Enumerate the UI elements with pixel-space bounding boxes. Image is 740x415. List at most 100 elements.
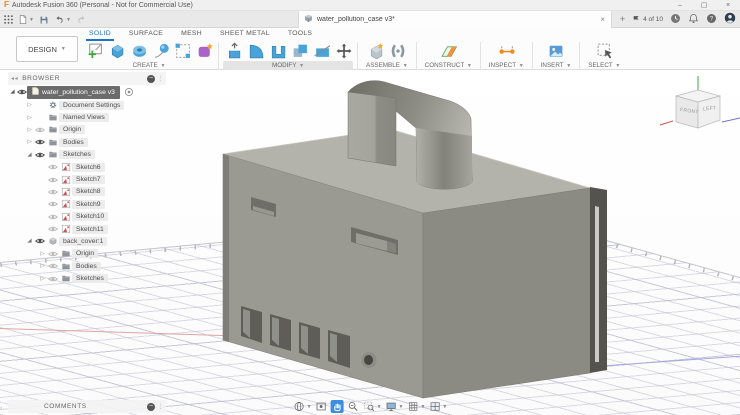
shell-button[interactable] (267, 41, 287, 60)
move-copy-button[interactable] (333, 41, 353, 60)
orbit-button[interactable]: ▼ (293, 400, 312, 413)
visibility-eye-icon[interactable] (47, 275, 59, 283)
ribbon-tab-surface[interactable]: SURFACE (120, 28, 172, 40)
expand-arrow-icon[interactable]: ▷ (38, 251, 47, 257)
grid-menu-icon[interactable] (4, 15, 13, 24)
visibility-eye-icon[interactable] (47, 250, 59, 258)
visibility-eye-icon[interactable] (47, 176, 59, 184)
browser-root-item[interactable]: ◢ water_pollution_case v3 (8, 85, 178, 99)
browser-item-sketch10[interactable]: Sketch10 (8, 211, 178, 223)
browser-item-bodies[interactable]: ▷ Bodies (8, 136, 178, 148)
visibility-eye-icon[interactable] (47, 213, 59, 221)
minimize-button[interactable]: – (668, 0, 692, 11)
browser-item-document-settings[interactable]: ▷ Document Settings (8, 99, 178, 111)
expand-arrow-icon[interactable]: ◢ (25, 152, 34, 158)
collapse-comments-icon[interactable]: ‹ (0, 405, 2, 412)
view-cube[interactable]: FRONT LEFT (658, 72, 740, 152)
sweep-button[interactable] (150, 41, 170, 60)
file-menu-icon[interactable]: ▼ (18, 14, 34, 25)
browser-item-origin[interactable]: ▷ Origin (8, 124, 178, 136)
expand-arrow-icon[interactable]: ▷ (38, 263, 47, 269)
combine-button[interactable] (289, 41, 309, 60)
create-sketch-button[interactable] (84, 41, 104, 60)
visibility-eye-icon[interactable] (34, 151, 46, 159)
ribbon-tab-sheet-metal[interactable]: SHEET METAL (211, 28, 279, 40)
browser-item-sketch8[interactable]: Sketch8 (8, 186, 178, 198)
panel-grip-icon[interactable]: ⋮ (157, 75, 164, 82)
ribbon-group-label[interactable]: MODIFY ▼ (223, 61, 353, 70)
ribbon-tab-solid[interactable]: SOLID (80, 28, 120, 40)
pattern-button[interactable] (172, 41, 192, 60)
zoom-button[interactable] (347, 400, 360, 413)
browser-item-sketch7[interactable]: Sketch7 (8, 173, 178, 185)
notifications-bell-icon[interactable] (688, 11, 699, 29)
job-status-clock-icon[interactable] (670, 11, 681, 29)
undo-icon[interactable]: ▼ (54, 15, 71, 25)
visibility-eye-icon[interactable] (47, 225, 59, 233)
expand-arrow-icon[interactable]: ▷ (25, 139, 34, 145)
display-settings-button[interactable]: ▼ (385, 400, 404, 413)
zoom-window-button[interactable]: ▼ (363, 400, 382, 413)
collapse-panel-icon[interactable]: ◂◂ (11, 75, 18, 82)
browser-item-sketch9[interactable]: Sketch9 (8, 198, 178, 210)
form-button[interactable] (194, 41, 214, 60)
browser-item-back-cover-1[interactable]: ◢ back_cover:1 (8, 235, 178, 247)
revolve-button[interactable] (128, 41, 148, 60)
close-button[interactable]: × (716, 0, 740, 11)
case-handle-leg-left[interactable] (348, 92, 396, 166)
split-button[interactable] (311, 41, 331, 60)
visibility-eye-icon[interactable] (47, 262, 59, 270)
panel-minus-icon[interactable]: − (147, 75, 155, 83)
expand-arrow-icon[interactable]: ◢ (25, 238, 34, 244)
select-button[interactable] (594, 41, 614, 60)
ribbon-group-label[interactable]: CONSTRUCT ▼ (421, 61, 476, 70)
browser-item-bodies[interactable]: ▷ Bodies (8, 260, 178, 272)
viewports-button[interactable]: ▼ (428, 400, 447, 413)
activate-component-radio[interactable] (124, 87, 134, 97)
visibility-eye-icon[interactable] (47, 188, 59, 196)
viewport-canvas[interactable]: FRONT LEFT ◂◂ BROWSER − ⋮ ◢ water_pollut… (0, 70, 740, 415)
visibility-eye-icon[interactable] (47, 200, 59, 208)
ribbon-group-label[interactable]: SELECT ▼ (584, 61, 624, 70)
browser-item-sketch6[interactable]: Sketch6 (8, 161, 178, 173)
redo-icon[interactable] (76, 15, 87, 25)
visibility-eye-icon[interactable] (34, 138, 46, 146)
maximize-button[interactable]: ▢ (692, 0, 716, 11)
visibility-eye-icon[interactable] (17, 83, 27, 101)
ribbon-group-label[interactable]: CREATE ▼ (129, 61, 170, 70)
visibility-eye-icon[interactable] (47, 163, 59, 171)
ribbon-group-label[interactable]: INSPECT ▼ (485, 61, 528, 70)
browser-item-sketches[interactable]: ▷ Sketches (8, 272, 178, 284)
visibility-eye-icon[interactable] (34, 126, 46, 134)
help-icon[interactable]: ? (706, 11, 717, 29)
pan-button[interactable] (331, 400, 344, 413)
fillet-button[interactable] (245, 41, 265, 60)
ribbon-group-label[interactable]: ASSEMBLE ▼ (362, 61, 412, 70)
browser-item-sketch11[interactable]: Sketch11 (8, 223, 178, 235)
browser-item-origin[interactable]: ▷ Origin (8, 248, 178, 260)
extrude-button[interactable] (106, 41, 126, 60)
joint-button[interactable] (388, 41, 408, 60)
comments-grip-icon[interactable]: ⋮ (157, 403, 164, 410)
insert-canvas-button[interactable] (546, 41, 566, 60)
workspace-selector[interactable]: DESIGN▼ (16, 36, 78, 62)
construct-plane-button[interactable] (438, 41, 458, 60)
close-tab-icon[interactable]: × (598, 15, 607, 24)
expand-arrow-icon[interactable]: ▷ (25, 127, 34, 133)
new-component-button[interactable] (366, 41, 386, 60)
browser-item-named-views[interactable]: ▷ Named Views (8, 111, 178, 123)
grid-settings-button[interactable]: ▼ (406, 400, 425, 413)
measure-button[interactable] (496, 41, 516, 60)
user-avatar-icon[interactable] (724, 11, 736, 29)
new-tab-button[interactable]: + (616, 13, 629, 26)
expand-arrow-icon[interactable]: ▷ (38, 276, 47, 282)
visibility-eye-icon[interactable] (34, 237, 46, 245)
look-at-button[interactable] (315, 400, 328, 413)
document-tab[interactable]: water_pollution_case v3* × (298, 11, 612, 28)
document-count-badge[interactable]: 4 of 10 (632, 15, 663, 24)
expand-arrow-icon[interactable]: ▷ (25, 115, 34, 121)
ribbon-tab-mesh[interactable]: MESH (172, 28, 211, 40)
browser-item-sketches[interactable]: ◢ Sketches (8, 149, 178, 161)
ribbon-tab-tools[interactable]: TOOLS (279, 28, 321, 40)
press-pull-button[interactable] (223, 41, 243, 60)
